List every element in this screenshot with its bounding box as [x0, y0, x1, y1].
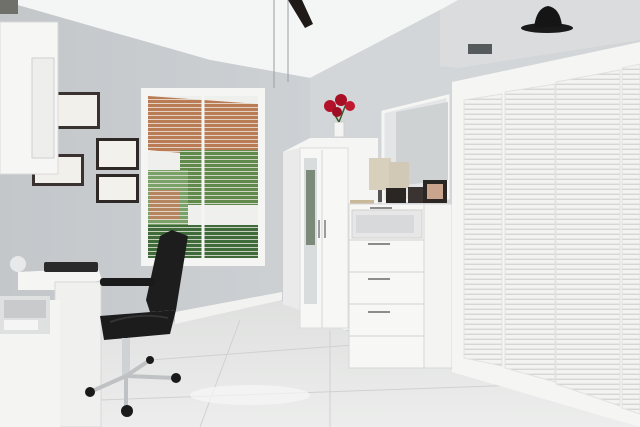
- wall-shelf: [0, 0, 59, 175]
- room-scene: [0, 0, 640, 427]
- closet-louvered-doors: [452, 42, 640, 427]
- dresser: [348, 203, 453, 369]
